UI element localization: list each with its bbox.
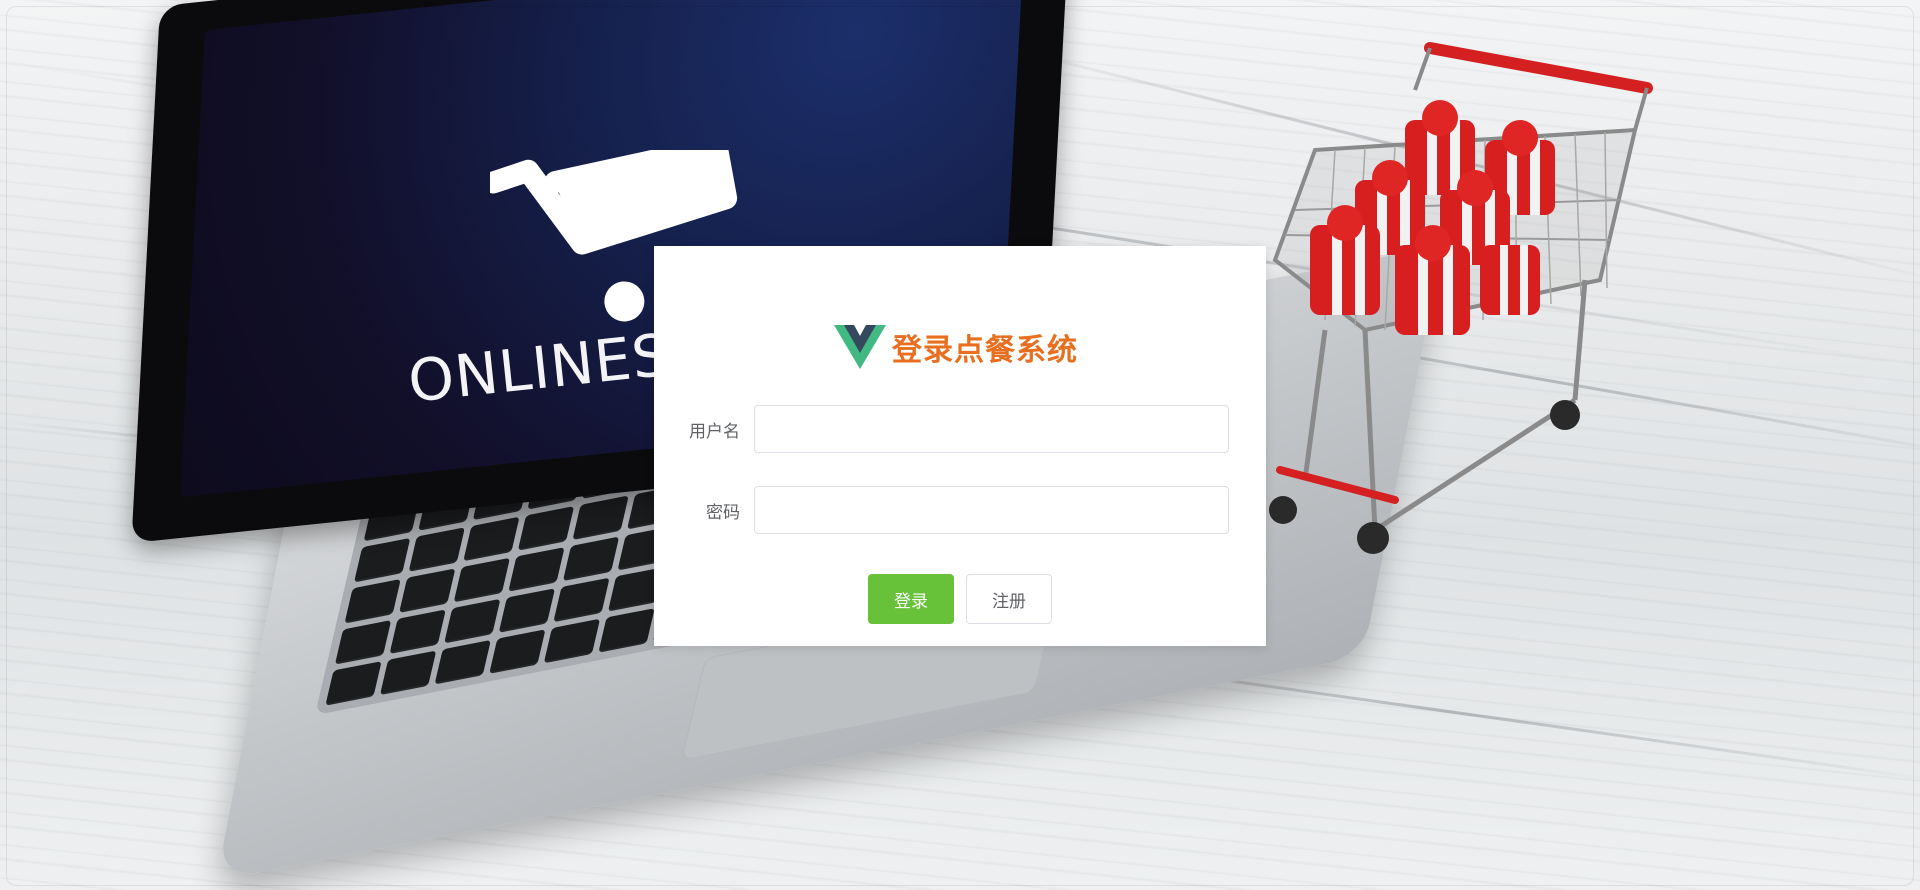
username-label: 用户名 (689, 421, 740, 442)
password-row: 密码 (674, 485, 1244, 535)
form-actions: 登录 注册 (654, 574, 1266, 624)
register-button[interactable]: 注册 (966, 574, 1052, 624)
page-title: 登录点餐系统 (892, 333, 1078, 368)
username-input[interactable] (754, 405, 1229, 453)
username-row: 用户名 (674, 404, 1244, 454)
brand-header: 登录点餐系统 (834, 325, 1078, 369)
gift-cart-illustration (1269, 42, 1653, 554)
login-dialog: 登录点餐系统 用户名 密码 登录 注册 (654, 246, 1266, 646)
password-input[interactable] (754, 486, 1229, 534)
login-button[interactable]: 登录 (868, 574, 954, 624)
password-label: 密码 (706, 502, 740, 523)
vue-logo-icon (834, 325, 886, 369)
